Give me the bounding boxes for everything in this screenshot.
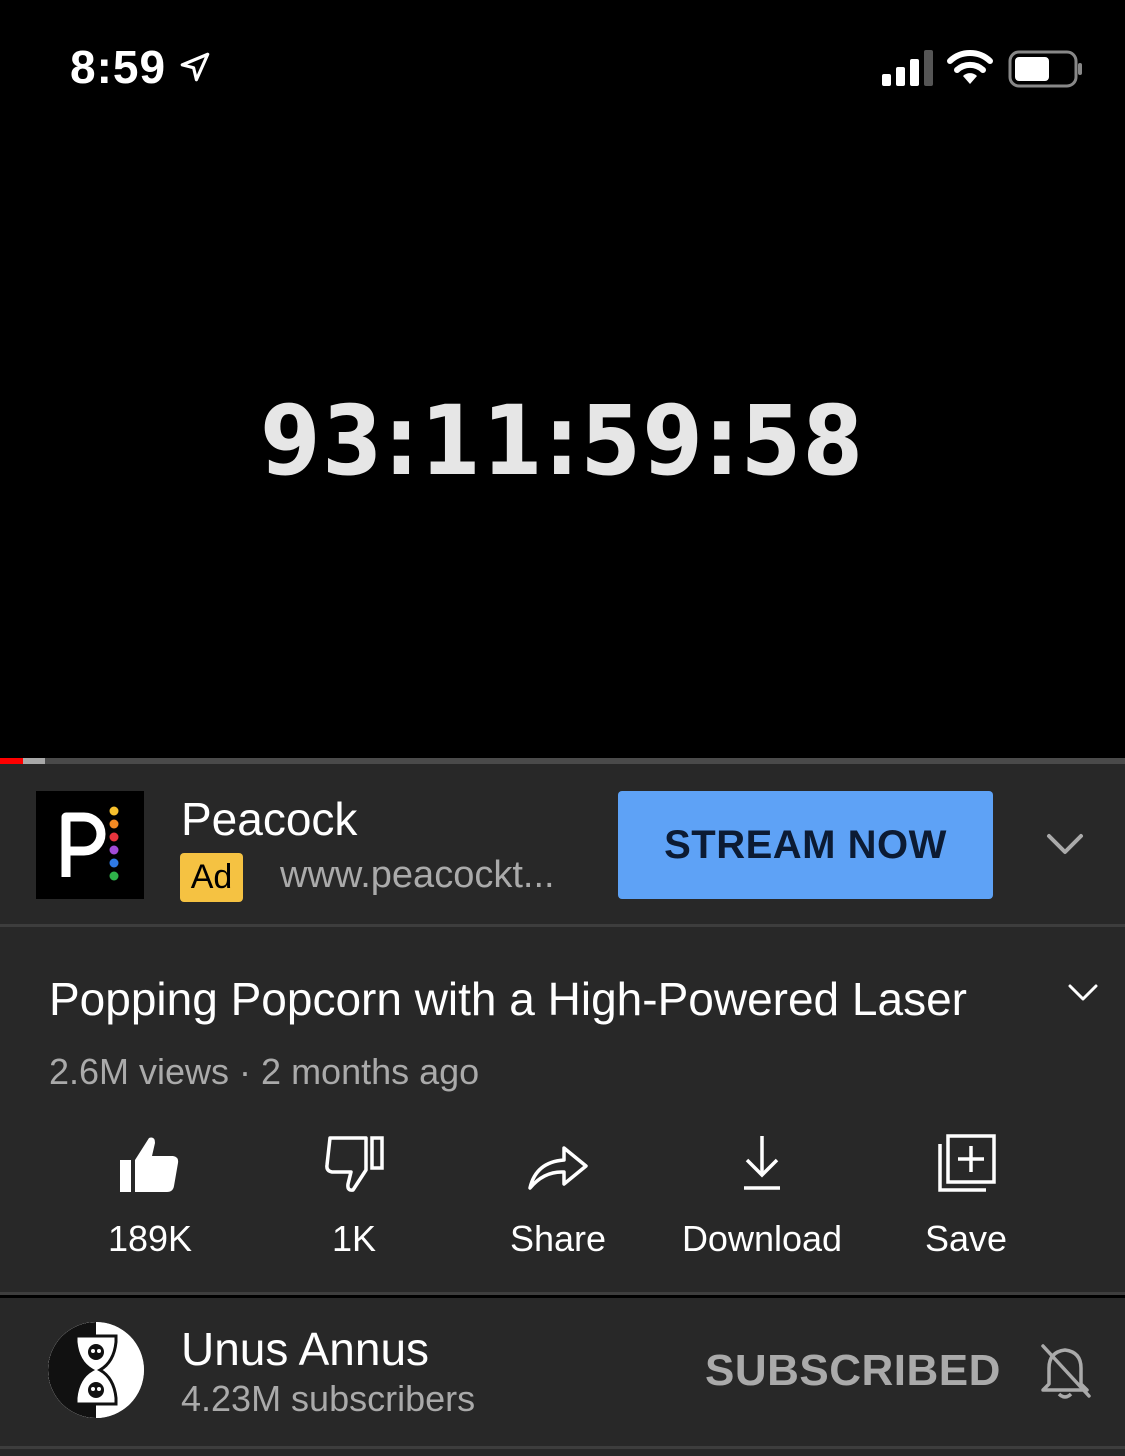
ad-url[interactable]: www.peacockt... — [280, 854, 580, 897]
peacock-logo — [36, 791, 144, 899]
expand-description-chevron-icon[interactable] — [1068, 983, 1098, 1003]
share-icon — [528, 1146, 588, 1190]
notifications-off-bell-icon[interactable] — [1037, 1340, 1093, 1400]
video-player[interactable]: 93:11:59:58 — [0, 135, 1125, 758]
download-button[interactable]: Download — [660, 1132, 864, 1262]
video-meta: 2.6M views · 2 months ago — [49, 1051, 480, 1092]
status-time-text: 8:59 — [70, 41, 167, 93]
video-info-panel: Popping Popcorn with a High-Powered Lase… — [0, 927, 1125, 1295]
video-title[interactable]: Popping Popcorn with a High-Powered Lase… — [49, 972, 967, 1026]
status-bar: 8:59 — [0, 0, 1125, 135]
dislike-button[interactable]: 1K — [252, 1132, 456, 1262]
countdown-timer: 93:11:59:58 — [260, 385, 865, 497]
save-button[interactable]: Save — [864, 1132, 1068, 1262]
download-label: Download — [681, 1218, 843, 1259]
status-time: 8:59 — [70, 40, 212, 94]
save-label: Save — [924, 1218, 1008, 1259]
like-count: 189K — [107, 1218, 193, 1259]
ad-banner[interactable]: Peacock Ad www.peacockt... STREAM NOW — [0, 764, 1125, 927]
like-button[interactable]: 189K — [48, 1132, 252, 1262]
thumbs-down-icon — [325, 1136, 384, 1192]
channel-row: Unus Annus 4.23M subscribers SUBSCRIBED — [0, 1298, 1125, 1456]
battery-icon — [1008, 50, 1082, 88]
ad-badge: Ad — [180, 853, 243, 902]
stream-now-button[interactable]: STREAM NOW — [618, 791, 993, 899]
dislike-count: 1K — [331, 1218, 377, 1259]
subscriber-count: 4.23M subscribers — [181, 1378, 476, 1419]
share-label: Share — [509, 1218, 607, 1259]
wifi-icon — [947, 50, 993, 84]
ad-advertiser-name: Peacock — [181, 793, 358, 845]
location-arrow-icon — [180, 52, 210, 82]
cellular-signal-icon — [882, 50, 933, 86]
subscribed-button[interactable]: SUBSCRIBED — [705, 1346, 1001, 1396]
share-button[interactable]: Share — [456, 1132, 660, 1262]
channel-name[interactable]: Unus Annus — [181, 1322, 429, 1376]
channel-avatar[interactable] — [48, 1322, 144, 1418]
download-icon — [744, 1136, 780, 1190]
thumbs-up-icon — [120, 1137, 179, 1192]
save-to-playlist-icon — [938, 1134, 996, 1192]
divider — [0, 1446, 1125, 1449]
chevron-down-icon[interactable] — [1046, 832, 1084, 858]
action-bar: 189K 1K Share Download Save — [48, 1132, 1068, 1262]
